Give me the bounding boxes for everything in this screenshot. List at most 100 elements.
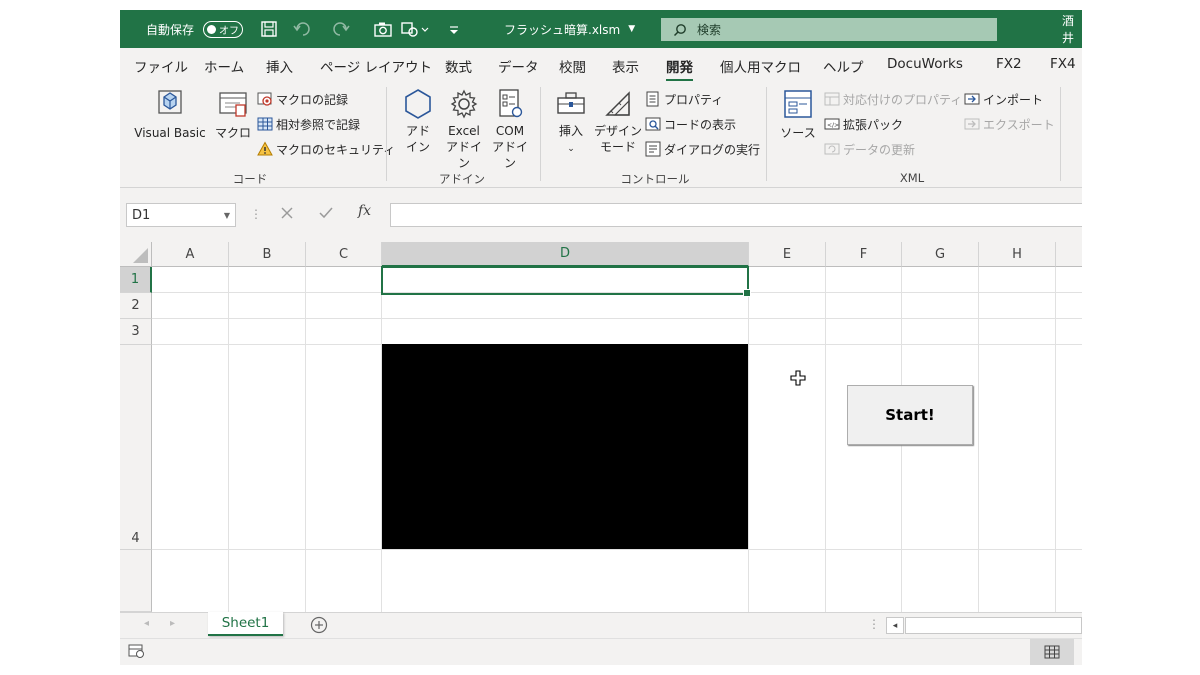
column-header-h[interactable]: H <box>979 242 1056 267</box>
tab-data[interactable]: データ <box>498 56 539 76</box>
tab-formulas[interactable]: 数式 <box>445 56 472 76</box>
excel-addins-button[interactable]: Excel アドイン <box>442 87 486 171</box>
view-code-button[interactable]: コードの表示 <box>645 114 736 134</box>
undo-icon[interactable] <box>292 10 314 48</box>
tab-home[interactable]: ホーム <box>204 56 244 76</box>
customize-toolbar-icon[interactable] <box>448 10 460 48</box>
xml-source-icon <box>784 90 812 118</box>
row-header-4[interactable]: 4 <box>120 345 152 550</box>
normal-view-button[interactable] <box>1030 639 1074 665</box>
tab-insert[interactable]: 挿入 <box>266 56 293 76</box>
title-bar: 自動保存 オフ フラッシュ暗算.xlsm ▼ 検索 酒井 <box>120 10 1082 48</box>
xml-source-button[interactable]: ソース <box>776 87 820 141</box>
properties-icon <box>646 91 659 107</box>
tab-docuworks[interactable]: DocuWorks <box>887 56 963 72</box>
file-name[interactable]: フラッシュ暗算.xlsm ▼ <box>504 10 635 48</box>
macro-icon <box>219 92 247 117</box>
status-bar <box>120 638 1082 665</box>
tab-personal-macro[interactable]: 個人用マクロ <box>720 56 801 76</box>
group-label-code: コード <box>232 172 268 186</box>
autosave-state: オフ <box>219 25 239 37</box>
insert-function-icon[interactable]: fx <box>358 203 371 219</box>
search-box[interactable]: 検索 <box>661 18 997 41</box>
run-dialog-icon <box>645 141 661 157</box>
scroll-sheets-left-icon[interactable]: ◂ <box>144 618 149 629</box>
select-all-corner[interactable] <box>120 242 152 267</box>
com-addins-button[interactable]: COM アドイン <box>488 87 532 171</box>
row-header-5[interactable] <box>120 550 152 612</box>
run-dialog-button[interactable]: ダイアログの実行 <box>645 139 760 159</box>
com-addin-icon <box>499 89 523 118</box>
tab-split-grip-icon[interactable]: ⋮ <box>868 617 880 631</box>
selected-cell-d1[interactable] <box>381 266 751 297</box>
redo-icon[interactable] <box>330 10 352 48</box>
column-header-d[interactable]: D <box>382 242 749 267</box>
refresh-data-button[interactable]: データの更新 <box>824 139 915 159</box>
properties-button[interactable]: プロパティ <box>645 89 723 109</box>
group-divider <box>386 87 387 181</box>
column-header-partial[interactable] <box>1056 242 1082 267</box>
confirm-entry-icon[interactable] <box>318 205 334 224</box>
autosave-toggle[interactable]: オフ <box>203 10 243 48</box>
formula-bar: D1 ▼ ⋮ fx <box>120 188 1082 242</box>
view-code-icon <box>645 117 661 131</box>
scroll-sheets-right-icon[interactable]: ▸ <box>170 618 175 629</box>
user-name[interactable]: 酒井 <box>1062 10 1082 48</box>
horizontal-scrollbar[interactable] <box>905 617 1082 634</box>
tab-fx2[interactable]: FX2 <box>996 56 1022 72</box>
design-mode-button[interactable]: デザイン モード <box>594 87 642 155</box>
record-macro-button[interactable]: マクロの記録 <box>257 89 348 109</box>
row-header-1[interactable]: 1 <box>120 267 152 293</box>
import-button[interactable]: インポート <box>964 89 1043 109</box>
tab-developer[interactable]: 開発 <box>666 56 693 82</box>
formula-bar-grip-icon: ⋮ <box>250 207 262 221</box>
svg-text:</>: </> <box>827 122 839 129</box>
addins-button[interactable]: アド イン <box>396 87 440 155</box>
formula-input[interactable] <box>390 203 1082 227</box>
column-header-c[interactable]: C <box>306 242 382 267</box>
map-properties-button[interactable]: 対応付けのプロパティ <box>824 89 962 109</box>
shapes-icon[interactable] <box>400 10 430 48</box>
sheet-tab-sheet1[interactable]: Sheet1 <box>208 612 283 636</box>
grid-line <box>152 318 1082 319</box>
column-header-f[interactable]: F <box>826 242 902 267</box>
column-header-b[interactable]: B <box>229 242 306 267</box>
column-header-e[interactable]: E <box>749 242 826 267</box>
add-sheet-icon[interactable] <box>310 616 328 638</box>
tab-help[interactable]: ヘルプ <box>823 56 864 76</box>
name-box[interactable]: D1 ▼ <box>126 203 236 227</box>
visual-basic-button[interactable]: Visual Basic <box>130 87 210 141</box>
ribbon-developer: Visual Basic マクロ マクロの記録 相対参照で記録 マクロのセキュリ… <box>120 81 1082 188</box>
start-button[interactable]: Start! <box>847 385 973 445</box>
group-label-addins: アドイン <box>439 172 485 186</box>
tab-file[interactable]: ファイル <box>134 56 188 76</box>
tab-review[interactable]: 校閲 <box>559 56 586 76</box>
worksheet-grid[interactable]: A B C D E F G H 1 2 3 4 Start! <box>120 242 1082 612</box>
column-header-a[interactable]: A <box>152 242 229 267</box>
tab-page-layout[interactable]: ページ レイアウト <box>320 56 432 76</box>
sheet-tab-bar: ◂ ▸ Sheet1 ⋮ ◂ <box>120 612 1082 638</box>
gear-icon <box>450 89 478 119</box>
group-divider <box>766 87 767 181</box>
tab-view[interactable]: 表示 <box>612 56 639 76</box>
scroll-left-icon[interactable]: ◂ <box>886 617 904 634</box>
cancel-entry-icon[interactable] <box>280 205 294 224</box>
macro-button[interactable]: マクロ <box>212 87 254 141</box>
expansion-packs-button[interactable]: </> 拡張パック <box>824 114 903 134</box>
insert-control-button[interactable]: 挿入 ⌄ <box>550 87 592 157</box>
ribbon-tabs: ファイル ホーム 挿入 ページ レイアウト 数式 データ 校閲 表示 開発 個人… <box>120 48 1082 82</box>
column-header-g[interactable]: G <box>902 242 979 267</box>
export-button[interactable]: エクスポート <box>964 114 1055 134</box>
group-label-xml: XML <box>899 171 925 185</box>
camera-icon[interactable] <box>373 10 393 48</box>
macro-security-button[interactable]: マクロのセキュリティ <box>257 139 395 159</box>
relative-reference-button[interactable]: 相対参照で記録 <box>257 114 360 134</box>
relative-reference-icon <box>257 117 273 131</box>
row-header-3[interactable]: 3 <box>120 319 152 345</box>
save-icon[interactable] <box>260 10 278 48</box>
export-icon <box>964 118 980 130</box>
row-header-2[interactable]: 2 <box>120 293 152 319</box>
tab-fx4[interactable]: FX4 <box>1050 56 1076 72</box>
macro-recording-status-icon[interactable] <box>128 643 146 663</box>
name-box-dropdown-icon[interactable]: ▼ <box>224 211 230 220</box>
